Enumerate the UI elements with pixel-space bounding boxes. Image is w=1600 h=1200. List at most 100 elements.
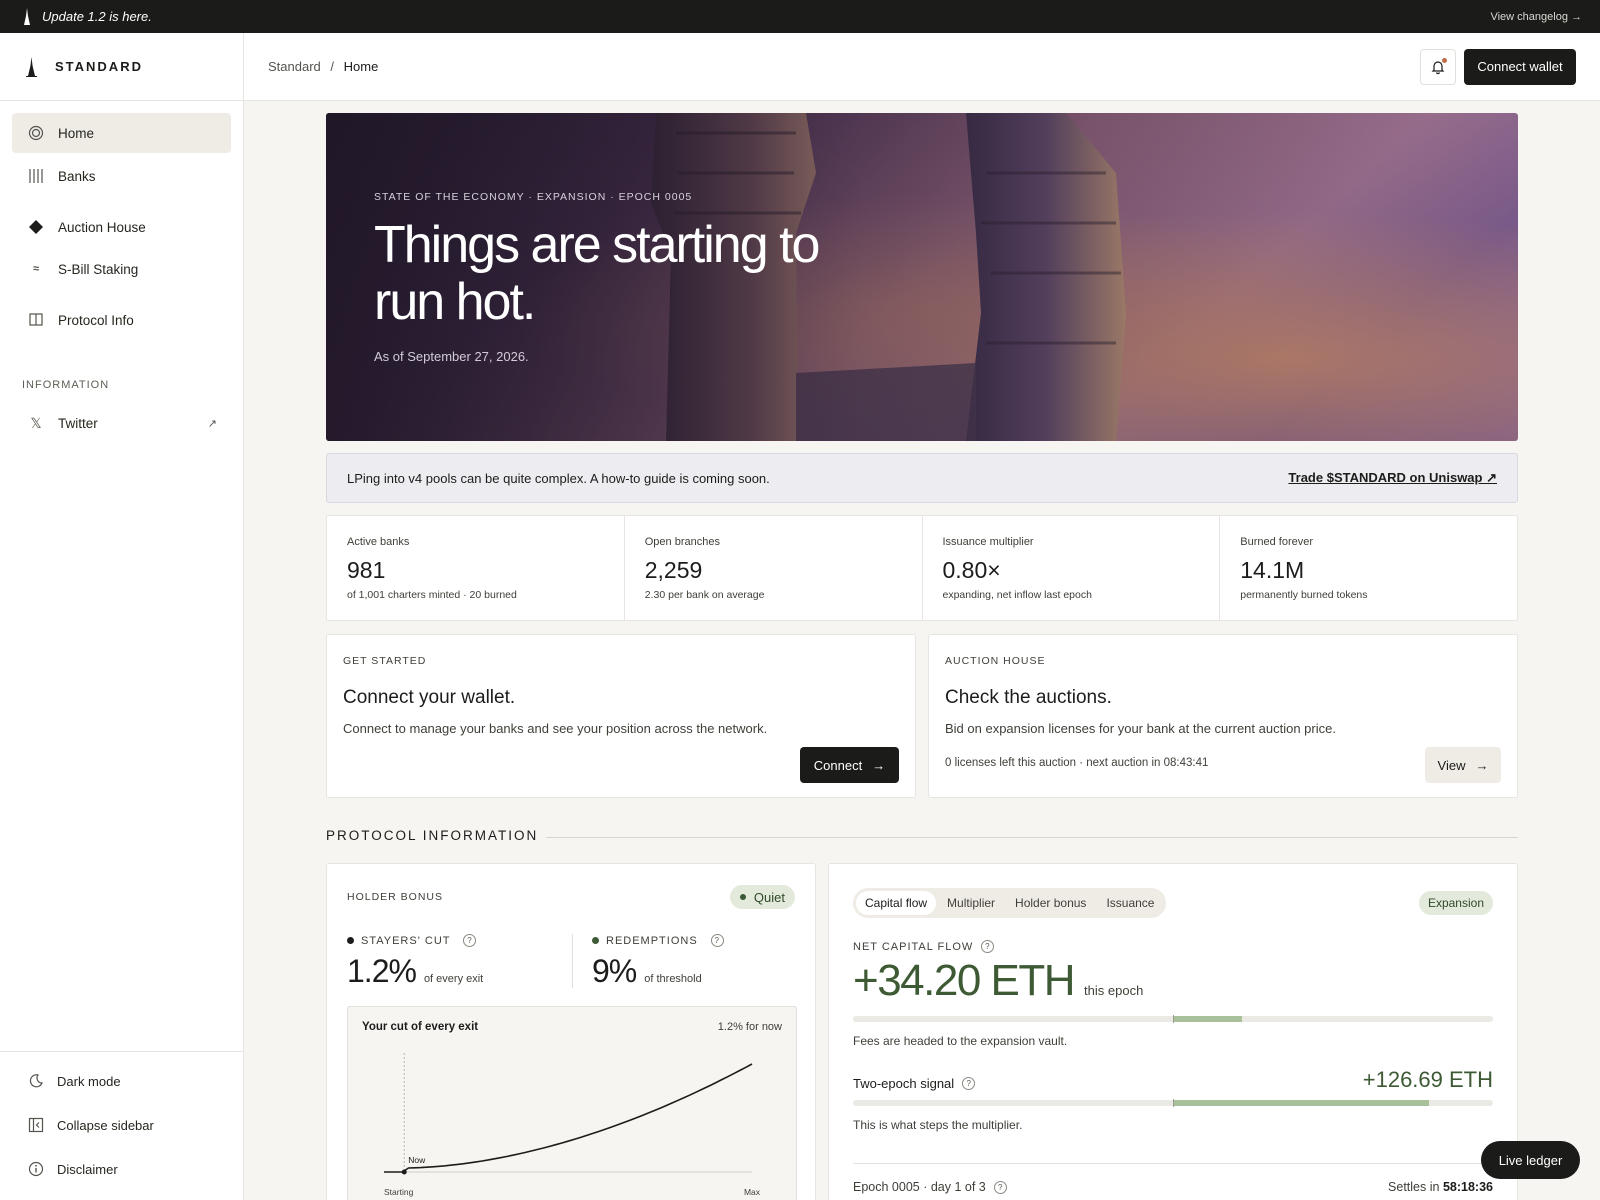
sidebar-item-label: Auction House [58, 219, 146, 235]
phase-badge: Expansion [1418, 891, 1493, 915]
metric-value: 1.2% [347, 953, 417, 989]
diamond-icon [28, 219, 44, 235]
net-flow-caption: Fees are headed to the expansion vault. [853, 1034, 1068, 1048]
trade-uniswap-link[interactable]: Trade $STANDARD on Uniswap ↗ [1288, 470, 1497, 486]
tower-logo-icon [24, 7, 30, 25]
sidebar-item-home[interactable]: Home [12, 113, 231, 153]
tab-capital-flow[interactable]: Capital flow [856, 891, 937, 915]
card-eyebrow: HOLDER BONUS [347, 891, 444, 903]
signal-bar-fill [1173, 1100, 1429, 1106]
phase-label: Expansion [1427, 896, 1484, 910]
stat-value: 14.1M [1240, 557, 1305, 583]
sidebar: STANDARD Home Banks Auction House ≈ S-Bi… [0, 33, 244, 1200]
sidebar-item-protocol-info[interactable]: Protocol Info [12, 300, 231, 340]
breadcrumb-current: Home [343, 59, 379, 74]
breadcrumb-root[interactable]: Standard [268, 59, 321, 74]
collapse-icon [28, 1117, 44, 1133]
sidebar-item-label: Home [58, 125, 95, 141]
net-flow-bar [853, 1015, 1493, 1023]
section-divider [546, 837, 1518, 838]
circle-icon [28, 125, 44, 141]
exit-cut-chart: Your cut of every exit 1.2% for now Now … [347, 1006, 797, 1200]
info-icon [28, 1161, 44, 1177]
arrow-right-icon: → [1475, 757, 1489, 773]
auction-footnote: 0 licenses left this auction · next auct… [945, 757, 1209, 769]
tab-issuance[interactable]: Issuance [1097, 891, 1163, 915]
notice-text: LPing into v4 pools can be quite complex… [347, 470, 770, 486]
help-icon[interactable]: ? [710, 934, 724, 947]
disclaimer-link[interactable]: Disclaimer [28, 1161, 118, 1177]
breadcrumb: Standard / Home [268, 59, 378, 74]
sidebar-item-twitter[interactable]: 𝕏 Twitter ↗ [12, 403, 231, 443]
metric-unit: of every exit [423, 973, 484, 985]
now-marker-dot [401, 1169, 407, 1175]
moon-icon [29, 1074, 43, 1088]
connect-button[interactable]: Connect → [800, 747, 899, 783]
x-axis-end-label: Max [743, 1187, 760, 1197]
card-text: Connect to manage your banks and see you… [343, 721, 768, 736]
card-text: Bid on expansion licenses for your bank … [945, 721, 1336, 736]
status-badge: Quiet [729, 885, 795, 909]
stat-active-banks: Active banks 981 of 1,001 charters minte… [327, 516, 625, 620]
card-divider [853, 1163, 1493, 1164]
announcement-bar: Update 1.2 is here. View changelog → [0, 0, 1600, 33]
notifications-button[interactable] [1420, 48, 1456, 85]
metric-tabs: Capital flow Multiplier Holder bonus Iss… [853, 888, 1167, 918]
signal-bar [853, 1099, 1493, 1107]
dark-mode-toggle[interactable]: Dark mode [28, 1073, 121, 1089]
metric-label: STAYERS' CUT [361, 934, 451, 947]
sidebar-item-auction-house[interactable]: Auction House [12, 207, 231, 247]
stat-label: Active banks [347, 536, 410, 548]
sidebar-item-sbill-staking[interactable]: ≈ S-Bill Staking [12, 249, 231, 289]
settles-countdown: 58:18:36 [1442, 1180, 1493, 1194]
tab-multiplier[interactable]: Multiplier [938, 891, 1004, 915]
stat-subtext: expanding, net inflow last epoch [942, 589, 1092, 601]
breadcrumb-separator: / [330, 59, 335, 74]
status-label: Quiet [753, 889, 785, 905]
help-icon[interactable]: ? [962, 1077, 976, 1090]
sidebar-item-label: Twitter [58, 415, 98, 431]
approx-icon: ≈ [32, 263, 40, 275]
settles-label: Settles in [1388, 1180, 1440, 1194]
connect-button-label: Connect [813, 757, 863, 773]
hero-as-of-date: As of September 27, 2026. [374, 349, 529, 364]
disclaimer-label: Disclaimer [57, 1161, 118, 1177]
stat-subtext: permanently burned tokens [1240, 589, 1368, 601]
status-dot [739, 894, 746, 900]
connect-wallet-button[interactable]: Connect wallet [1464, 48, 1576, 85]
stat-value: 981 [347, 557, 386, 583]
exit-cut-curve [384, 1063, 753, 1173]
metric-divider [572, 934, 573, 988]
tower-logo-icon [26, 56, 37, 77]
view-changelog-link[interactable]: View changelog → [1490, 11, 1582, 23]
green-dot-icon [592, 937, 599, 944]
net-capital-flow-unit: this epoch [1084, 983, 1144, 998]
sidebar-footer [0, 1051, 243, 1052]
help-icon[interactable]: ? [463, 934, 477, 947]
capital-flow-card: Capital flow Multiplier Holder bonus Iss… [828, 863, 1518, 1200]
exit-cut-curve-plot [384, 1053, 753, 1175]
collapse-sidebar-button[interactable]: Collapse sidebar [28, 1117, 154, 1133]
two-epoch-signal-value: +126.69 ETH [1362, 1067, 1493, 1092]
stat-open-branches: Open branches 2,259 2.30 per bank on ave… [625, 516, 923, 620]
net-capital-flow-label: NET CAPITAL FLOW [853, 940, 974, 953]
card-eyebrow: AUCTION HOUSE [945, 655, 1046, 667]
net-capital-flow-value: +34.20 ETH [853, 956, 1076, 1005]
stat-burned-forever: Burned forever 14.1M permanently burned … [1220, 516, 1517, 620]
black-dot-icon [347, 937, 354, 944]
sidebar-item-label: Protocol Info [58, 312, 134, 328]
notice-banner: LPing into v4 pools can be quite complex… [326, 453, 1518, 503]
live-ledger-button[interactable]: Live ledger [1481, 1141, 1580, 1179]
stat-label: Issuance multiplier [942, 536, 1034, 548]
collapse-sidebar-label: Collapse sidebar [57, 1117, 154, 1133]
brand[interactable]: STANDARD [0, 33, 243, 101]
help-icon[interactable]: ? [993, 1180, 1007, 1194]
dark-mode-label: Dark mode [57, 1073, 121, 1089]
help-icon[interactable]: ? [981, 940, 995, 953]
metric-label: REDEMPTIONS [606, 934, 698, 947]
view-auctions-button[interactable]: View → [1425, 747, 1501, 783]
metric-unit: of threshold [644, 973, 702, 985]
tab-holder-bonus[interactable]: Holder bonus [1006, 891, 1095, 915]
x-icon: 𝕏 [30, 414, 42, 431]
sidebar-item-banks[interactable]: Banks [12, 156, 231, 196]
